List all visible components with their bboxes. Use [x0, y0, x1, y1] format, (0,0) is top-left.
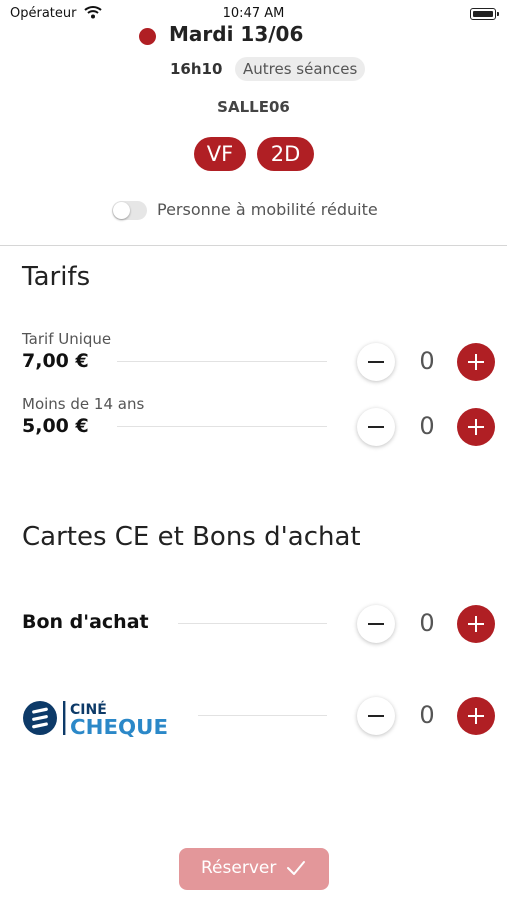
tariff-name: Moins de 14 ans: [22, 395, 145, 413]
logo-text-bottom: CHEQUE: [70, 715, 168, 738]
reduced-mobility-label: Personne à mobilité réduite: [157, 200, 378, 219]
voucher-name: Bon d'achat: [22, 611, 149, 633]
format-badge: 2D: [257, 137, 314, 171]
row-divider: [117, 361, 327, 362]
plus-icon[interactable]: [457, 605, 495, 643]
minus-icon[interactable]: [357, 697, 395, 735]
session-time: 16h10: [170, 60, 223, 78]
reserve-label: Réserver: [201, 858, 277, 878]
row-divider: [117, 426, 327, 427]
quantity-value: 0: [419, 412, 435, 440]
status-dot: [139, 28, 156, 45]
plus-icon[interactable]: [457, 697, 495, 735]
tariff-price: 5,00 €: [22, 415, 89, 437]
cinecheque-logo: CINÉ CHEQUE: [23, 701, 168, 738]
check-icon: [287, 861, 305, 875]
minus-icon[interactable]: [357, 408, 395, 446]
vouchers-title: Cartes CE et Bons d'achat: [22, 522, 361, 552]
row-divider: [178, 623, 327, 624]
room-label: SALLE06: [217, 98, 290, 116]
battery-icon: [470, 8, 499, 20]
row-divider: [198, 715, 327, 716]
toggle-knob: [113, 202, 130, 219]
minus-icon[interactable]: [357, 605, 395, 643]
other-sessions-button[interactable]: Autres séances: [235, 57, 366, 81]
quantity-value: 0: [419, 347, 435, 375]
divider: [0, 245, 507, 246]
reduced-mobility-toggle[interactable]: [112, 201, 147, 220]
tariff-price: 7,00 €: [22, 350, 89, 372]
language-badge: VF: [194, 137, 246, 171]
quantity-value: 0: [419, 701, 435, 729]
status-time: 10:47 AM: [222, 6, 285, 21]
minus-icon[interactable]: [357, 343, 395, 381]
quantity-value: 0: [419, 609, 435, 637]
plus-icon[interactable]: [457, 408, 495, 446]
plus-icon[interactable]: [457, 343, 495, 381]
tariff-name: Tarif Unique: [22, 330, 112, 348]
session-date: Mardi 13/06: [169, 22, 304, 46]
reserve-button[interactable]: Réserver: [179, 848, 329, 890]
tariffs-title: Tarifs: [22, 262, 91, 292]
